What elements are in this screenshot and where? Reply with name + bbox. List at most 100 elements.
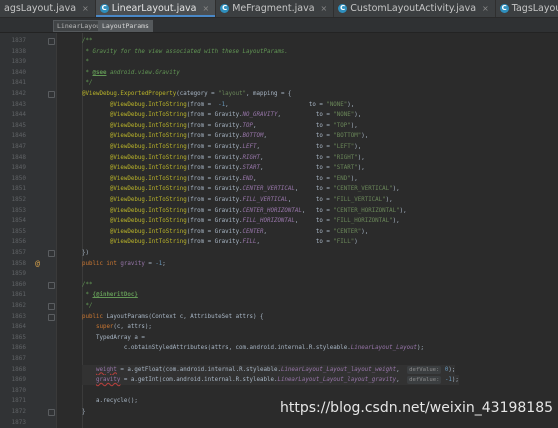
code-line[interactable]: public LayoutParams(Context c, Attribute… [82, 312, 264, 322]
code-line[interactable]: */ [82, 78, 92, 88]
code-line[interactable]: @ViewDebug.IntToString(from = Gravity.EN… [82, 174, 358, 184]
code-token: ), [392, 218, 400, 225]
line-number: 1861 [11, 291, 26, 299]
line-number: 1870 [11, 386, 26, 394]
tab-4[interactable]: CTagsLayoutActivity.java× [496, 0, 558, 17]
line-number: 1863 [11, 312, 26, 320]
code-line[interactable]: @ViewDebug.IntToString(from = Gravity.FI… [82, 195, 393, 205]
close-icon[interactable]: × [202, 0, 209, 17]
code-line[interactable]: * {@inheritDoc} [82, 290, 137, 300]
code-line[interactable]: @ViewDebug.IntToString(from = Gravity.RI… [82, 153, 365, 163]
tab-1[interactable]: C LinearLayout.java × [95, 0, 217, 17]
code-token: (from = [186, 101, 219, 108]
breadcrumb: LinearLayout LayoutParams [0, 18, 558, 33]
code-token: "CENTER" [333, 228, 362, 235]
code-line[interactable]: @ViewDebug.IntToString(from = Gravity.FI… [82, 237, 358, 247]
code-token: * Gravity for the view associated with t… [82, 48, 288, 55]
code-token: "RIGHT" [333, 154, 358, 161]
code-token: @ViewDebug.IntToString [109, 133, 187, 140]
code-token: (from = Gravity. [186, 186, 243, 193]
code-token: } [82, 409, 86, 415]
code-token: (from = Gravity. [186, 239, 243, 246]
code-line[interactable]: @ViewDebug.IntToString(from = Gravity.CE… [82, 227, 368, 237]
close-icon[interactable]: × [321, 0, 328, 17]
annotation-marker-icon[interactable]: @ [33, 259, 42, 268]
breadcrumb-item-layoutparams[interactable]: LayoutParams [98, 20, 153, 32]
code-token: ; [162, 260, 166, 267]
code-token: LinearLayout_Layout [350, 345, 418, 352]
line-number-gutter[interactable]: 1837 1838 1839 1840 1841 1842 1843 1844 1845 1846… [0, 33, 57, 428]
line-number: 1850 [11, 174, 26, 182]
code-line[interactable]: @ViewDebug.IntToString(from = Gravity.CE… [82, 206, 407, 216]
code-token: TypedArray a = [82, 334, 145, 341]
code-token: (from = Gravity. [186, 175, 243, 182]
code-line[interactable]: @ViewDebug.IntToString(from = Gravity.TO… [82, 121, 358, 131]
code-line[interactable]: @ViewDebug.IntToString(from = -1, to = "… [82, 100, 354, 110]
fold-marker-icon[interactable] [48, 250, 55, 257]
code-token: ), [350, 122, 358, 129]
code-token: @ViewDebug.IntToString [109, 154, 187, 161]
code-token: , [396, 377, 404, 384]
line-number: 1858 [11, 259, 26, 267]
code-line[interactable]: @ViewDebug.IntToString(from = Gravity.LE… [82, 142, 361, 152]
code-line[interactable]: /** [82, 280, 92, 290]
code-line[interactable]: * [82, 57, 89, 67]
code-line[interactable]: * Gravity for the view associated with t… [82, 47, 288, 57]
fold-marker-icon[interactable] [48, 313, 55, 321]
fold-marker-icon[interactable] [48, 409, 55, 416]
code-token: CENTER_HORIZONTAL [242, 207, 302, 214]
code-token: , to = [301, 207, 334, 214]
code-line[interactable]: */ [82, 301, 92, 311]
code-line[interactable]: public int gravity = -1; [82, 259, 166, 269]
code-token: public [82, 313, 107, 320]
code-line[interactable]: c.obtainStyledAttributes(attrs, com.andr… [82, 343, 424, 353]
code-token: (from = Gravity. [186, 228, 243, 235]
code-line[interactable]: @ViewDebug.IntToString(from = Gravity.NO… [82, 110, 361, 120]
code-line[interactable]: @ViewDebug.IntToString(from = Gravity.BO… [82, 131, 368, 141]
tab-0[interactable]: agsLayout.java × [0, 0, 96, 17]
code-token: public int [82, 260, 121, 267]
close-icon[interactable]: × [82, 0, 89, 17]
close-icon[interactable]: × [482, 0, 489, 17]
code-line[interactable]: weight = a.getFloat(com.android.internal… [82, 364, 456, 375]
parameter-hint: defValue: [407, 365, 442, 374]
code-line[interactable]: @ViewDebug.IntToString(from = Gravity.FI… [82, 216, 400, 226]
code-token: ), [354, 112, 362, 119]
code-line[interactable]: gravity = a.getInt(com.android.internal.… [82, 375, 459, 386]
code-token: , [396, 366, 404, 373]
line-number: 1868 [11, 365, 26, 373]
line-number: 1853 [11, 206, 26, 214]
code-token: super [95, 324, 114, 331]
code-line[interactable]: TypedArray a = [82, 333, 145, 343]
code-token: , to = [225, 101, 327, 108]
code-line[interactable]: @ViewDebug.IntToString(from = Gravity.ST… [82, 163, 365, 173]
fold-marker-icon[interactable] [48, 91, 55, 98]
code-token: (from = Gravity. [186, 197, 243, 203]
line-number: 1856 [11, 238, 26, 246]
code-token: @ViewDebug.IntToString [109, 175, 187, 182]
code-token: "FILL_HORIZONTAL" [333, 218, 393, 225]
fold-marker-icon[interactable] [48, 38, 55, 45]
tab-2[interactable]: C MeFragment.java × [216, 0, 335, 17]
code-line[interactable]: } [82, 407, 86, 417]
code-token: ), [357, 165, 365, 172]
code-line[interactable]: /** [82, 36, 92, 46]
code-line[interactable]: @ViewDebug.ExportedProperty(category = "… [82, 89, 291, 99]
fold-marker-icon[interactable] [48, 303, 55, 310]
fold-marker-icon[interactable] [48, 281, 55, 289]
code-line[interactable]: @ViewDebug.IntToString(from = Gravity.CE… [82, 184, 400, 194]
tab-3[interactable]: C CustomLayoutActivity.java × [334, 0, 496, 17]
line-number: 1852 [11, 196, 26, 203]
code-token: (from = Gravity. [186, 133, 243, 140]
code-editor[interactable]: /** * Gravity for the view associated wi… [62, 33, 558, 428]
code-line[interactable]: }) [82, 248, 89, 258]
tab-label: agsLayout.java [4, 3, 77, 14]
code-line[interactable]: super(c, attrs); [82, 322, 152, 332]
code-token: , to = [294, 218, 334, 225]
code-line[interactable]: * @see android.view.Gravity [82, 68, 179, 78]
code-token: (from = Gravity. [186, 165, 243, 172]
code-line[interactable]: a.recycle(); [82, 396, 138, 406]
